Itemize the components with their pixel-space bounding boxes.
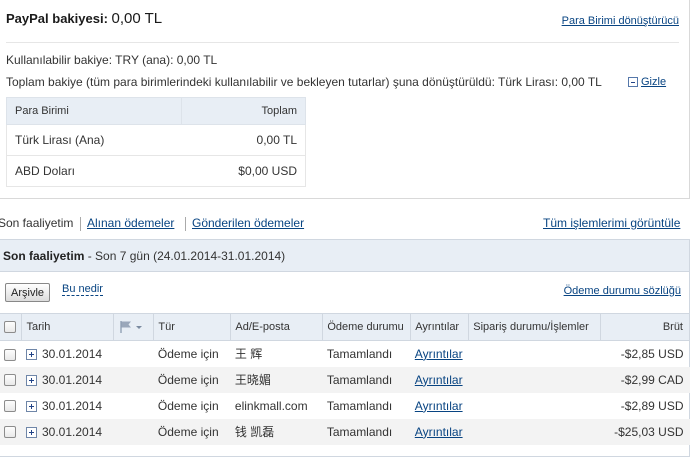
balance-title-amount: 0,00 TL: [111, 10, 163, 27]
row-order-status: [468, 366, 601, 393]
row-checkbox[interactable]: [4, 374, 16, 387]
row-name: 王晓媚: [230, 366, 323, 393]
collapse-icon: [628, 77, 638, 87]
currency-name: ABD Doları: [6, 155, 182, 187]
activity-header: Son faaliyetim - Son 7 gün (24.01.2014-3…: [0, 240, 689, 272]
column-header-order-status: Sipariş durumu/İşlemler: [468, 313, 601, 341]
row-gross: -$2,89 USD: [620, 398, 684, 413]
column-header-currency: Para Birimi: [6, 97, 182, 125]
row-date: 30.01.2014: [41, 424, 103, 439]
row-date: 30.01.2014: [41, 346, 103, 361]
select-all-cell: [0, 313, 23, 341]
select-all-checkbox[interactable]: [4, 321, 16, 334]
balance-title-label: PayPal bakiyesi:: [6, 11, 108, 26]
activity-toolbar: Arşivle Bu nedir Ödeme durumu sözlüğü: [0, 272, 689, 314]
currency-total: $0,00 USD: [181, 155, 307, 187]
column-header-date[interactable]: Tarih: [21, 313, 115, 341]
row-gross: -$25,03 USD: [600, 418, 690, 445]
row-name: 钱 凯磊: [230, 418, 323, 445]
divider: [6, 42, 679, 43]
row-order-status: [468, 418, 601, 445]
hide-toggle[interactable]: Gizle: [628, 76, 666, 88]
tab-payments-sent[interactable]: Gönderilen ödemeler: [192, 216, 304, 230]
currency-total: 0,00 TL: [181, 124, 307, 156]
column-header-gross[interactable]: Brüt: [600, 313, 691, 341]
row-status: Tamamlandı: [322, 418, 411, 445]
nav-separator: [80, 217, 81, 231]
row-checkbox[interactable]: [4, 426, 16, 439]
row-details-link[interactable]: Ayrıntılar: [415, 373, 463, 387]
row-checkbox[interactable]: [4, 400, 16, 413]
archive-button[interactable]: Arşivle: [5, 283, 51, 302]
activity-subtitle: - Son 7 gün (24.01.2014-31.01.2014): [84, 249, 286, 263]
view-all-transactions-link[interactable]: Tüm işlemlerimi görüntüle: [543, 216, 680, 230]
balance-panel: PayPal bakiyesi: 0,00 TL Para Birimi dön…: [0, 0, 690, 199]
what-is-this-link[interactable]: Bu nedir: [62, 283, 103, 296]
column-header-name-email[interactable]: Ad/E-posta: [230, 313, 324, 341]
expand-icon[interactable]: [25, 374, 37, 386]
row-type: Ödeme için: [157, 398, 219, 413]
row-gross: -$2,99 CAD: [600, 366, 690, 393]
table-header-row: Tarih Tür Ad/E-posta Ödeme durumu Ayrınt…: [0, 313, 691, 341]
expand-icon[interactable]: [25, 400, 37, 412]
transactions-table: Tarih Tür Ad/E-posta Ödeme durumu Ayrınt…: [0, 313, 691, 445]
activity-nav: Son faaliyetim Alınan ödemeler Gönderile…: [0, 216, 694, 234]
column-header-type[interactable]: Tür: [153, 313, 232, 341]
row-order-status: [469, 341, 601, 367]
balance-title: PayPal bakiyesi: 0,00 TL: [6, 10, 162, 27]
currency-balance-table: Para Birimi Toplam Türk Lirası (Ana) 0,0…: [6, 97, 307, 187]
row-status: Tamamlandı: [326, 398, 393, 413]
row-date: 30.01.2014: [41, 398, 103, 413]
row-checkbox[interactable]: [4, 348, 16, 361]
table-row: 30.01.2014 Ödeme için 王 辉 Tamamlandı Ayr…: [0, 341, 690, 367]
currency-converter-link[interactable]: Para Birimi dönüştürücü: [562, 15, 679, 27]
column-header-details: Ayrıntılar: [410, 313, 470, 341]
available-balance: Kullanılabilir bakiye: TRY (ana): 0,00 T…: [6, 53, 218, 67]
flag-icon: [120, 321, 143, 333]
table-row: 30.01.2014 Ödeme için elinkmall.com Tama…: [0, 393, 690, 419]
hide-link[interactable]: Gizle: [641, 76, 666, 88]
table-row: 30.01.2014 Ödeme için 钱 凯磊 Tamamlandı Ay…: [0, 418, 690, 445]
row-date: 30.01.2014: [41, 372, 103, 387]
nav-separator: [185, 217, 186, 231]
row-status: Tamamlandı: [326, 346, 393, 361]
row-details-link[interactable]: Ayrıntılar: [415, 425, 463, 439]
row-details-link[interactable]: Ayrıntılar: [415, 347, 463, 361]
tab-recent-activity[interactable]: Son faaliyetim: [0, 216, 73, 230]
row-details-link[interactable]: Ayrıntılar: [415, 399, 463, 413]
tab-payments-received[interactable]: Alınan ödemeler: [87, 216, 174, 230]
row-type: Ödeme için: [153, 366, 231, 393]
total-balance: Toplam bakiye (tüm para birimlerindeki k…: [6, 75, 602, 89]
row-type: Ödeme için: [153, 418, 231, 445]
table-row: Türk Lirası (Ana) 0,00 TL: [6, 124, 307, 156]
row-status: Tamamlandı: [322, 366, 411, 393]
expand-icon[interactable]: [25, 349, 37, 361]
activity-title: Son faaliyetim: [3, 249, 85, 263]
row-type: Ödeme için: [157, 346, 219, 361]
column-header-total: Toplam: [180, 97, 307, 125]
row-name: elinkmall.com: [234, 398, 308, 413]
table-row: 30.01.2014 Ödeme için 王晓媚 Tamamlandı Ayr…: [0, 366, 690, 393]
expand-icon[interactable]: [25, 426, 37, 438]
row-order-status: [469, 393, 601, 419]
row-gross: -$2,85 USD: [620, 346, 684, 361]
row-name: 王 辉: [234, 347, 263, 362]
table-row: ABD Doları $0,00 USD: [6, 155, 307, 187]
payment-status-glossary-link[interactable]: Ödeme durumu sözlüğü: [564, 285, 681, 297]
column-header-payment-status[interactable]: Ödeme durumu: [322, 313, 412, 341]
column-header-flag[interactable]: [113, 313, 155, 341]
currency-name: Türk Lirası (Ana): [6, 124, 182, 156]
